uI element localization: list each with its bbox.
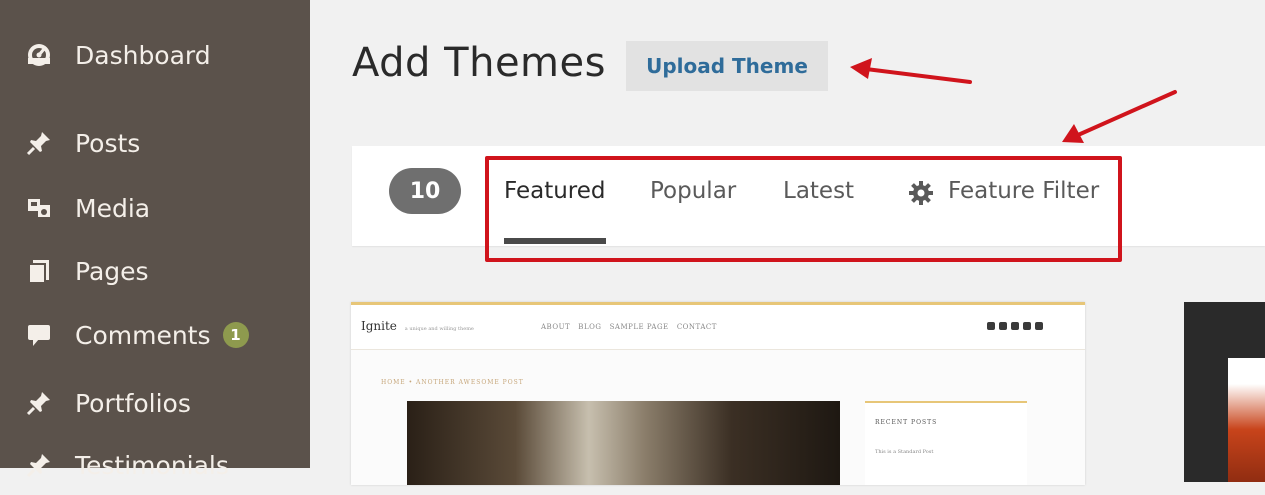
feature-filter-link[interactable]: Feature Filter <box>948 178 1099 204</box>
theme-preview-social-icons <box>987 322 1043 330</box>
media-icon <box>25 194 53 222</box>
comment-count-badge: 1 <box>222 321 249 348</box>
page-title: Add Themes <box>352 40 606 86</box>
theme-card-ignite[interactable]: Ignite a unique and willing theme ABOUT … <box>351 302 1085 485</box>
sidebar-item-pages[interactable]: Pages <box>0 241 310 301</box>
sidebar-item-label: Media <box>75 193 151 223</box>
theme-preview-breadcrumb: HOME • ANOTHER AWESOME POST <box>381 379 524 386</box>
theme-preview-header: Ignite a unique and willing theme ABOUT … <box>351 305 1085 350</box>
theme-preview-image <box>1228 358 1265 482</box>
upload-theme-button[interactable]: Upload Theme <box>626 41 828 91</box>
pin-icon <box>25 129 53 157</box>
sidebar-item-label: Dashboard <box>75 40 211 70</box>
theme-preview-image <box>407 401 840 485</box>
theme-card-2[interactable] <box>1184 302 1265 482</box>
sidebar-item-comments[interactable]: Comments 1 <box>0 305 310 365</box>
sidebar-item-testimonials[interactable]: Testimonials <box>0 435 310 495</box>
admin-sidebar: Dashboard Posts Media Pages Comments 1 Po… <box>0 0 310 480</box>
theme-preview-nav: ABOUT BLOG SAMPLE PAGE CONTACT <box>541 323 717 331</box>
pages-icon <box>25 257 53 285</box>
tab-featured[interactable]: Featured <box>504 178 606 204</box>
pin-icon <box>25 451 53 479</box>
pin-icon <box>25 389 53 417</box>
comment-bubble-icon <box>25 321 53 349</box>
sidebar-item-posts[interactable]: Posts <box>0 113 310 173</box>
sidebar-item-label: Portfolios <box>75 388 191 418</box>
sidebar-item-label: Testimonials <box>75 450 229 480</box>
theme-count-badge: 10 <box>389 168 461 214</box>
dashboard-icon <box>25 41 53 69</box>
sidebar-item-dashboard[interactable]: Dashboard <box>0 25 310 85</box>
sidebar-item-portfolios[interactable]: Portfolios <box>0 373 310 433</box>
sidebar-item-label: Comments 1 <box>75 321 249 350</box>
tab-latest[interactable]: Latest <box>783 178 854 204</box>
annotation-arrow-upload <box>850 58 972 84</box>
gear-icon[interactable] <box>908 180 934 206</box>
active-tab-indicator <box>504 238 606 244</box>
sidebar-item-label: Pages <box>75 256 149 286</box>
sidebar-item-label: Posts <box>75 128 141 158</box>
theme-preview-widget: RECENT POSTS This is a Standard Post <box>865 401 1027 485</box>
tab-popular[interactable]: Popular <box>650 178 736 204</box>
theme-preview-logo: Ignite a unique and willing theme <box>361 319 474 333</box>
annotation-arrow-filter <box>1062 90 1177 143</box>
sidebar-item-media[interactable]: Media <box>0 178 310 238</box>
